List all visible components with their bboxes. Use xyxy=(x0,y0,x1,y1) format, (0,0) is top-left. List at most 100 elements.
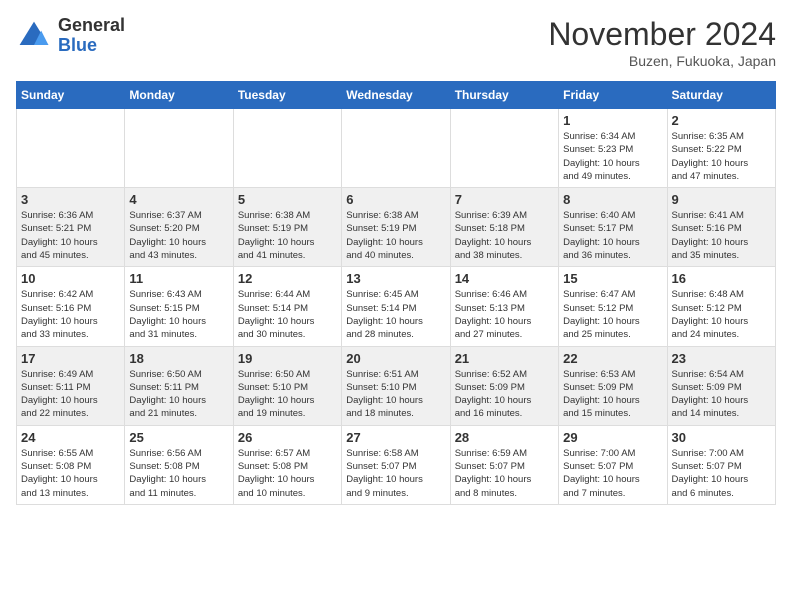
location-subtitle: Buzen, Fukuoka, Japan xyxy=(548,53,776,69)
logo: General Blue xyxy=(16,16,125,56)
day-info: Sunrise: 6:43 AM Sunset: 5:15 PM Dayligh… xyxy=(129,288,228,341)
calendar-cell: 18 Sunrise: 6:50 AM Sunset: 5:11 PM Dayli… xyxy=(125,346,233,425)
calendar-cell: 12 Sunrise: 6:44 AM Sunset: 5:14 PM Dayli… xyxy=(233,267,341,346)
day-info: Sunrise: 6:47 AM Sunset: 5:12 PM Dayligh… xyxy=(563,288,662,341)
calendar-cell: 24Sunrise: 6:55 AM Sunset: 5:08 PM Dayli… xyxy=(17,425,125,504)
calendar-cell: 15 Sunrise: 6:47 AM Sunset: 5:12 PM Dayli… xyxy=(559,267,667,346)
calendar-col-header: Friday xyxy=(559,82,667,109)
calendar-cell: 22 Sunrise: 6:53 AM Sunset: 5:09 PM Dayli… xyxy=(559,346,667,425)
calendar-cell: 29 Sunrise: 7:00 AM Sunset: 5:07 PM Dayli… xyxy=(559,425,667,504)
day-number: 23 xyxy=(672,351,771,366)
day-number: 29 xyxy=(563,430,662,445)
day-info: Sunrise: 6:50 AM Sunset: 5:11 PM Dayligh… xyxy=(129,368,228,421)
day-number: 20 xyxy=(346,351,445,366)
day-number: 18 xyxy=(129,351,228,366)
day-number: 5 xyxy=(238,192,337,207)
day-info: Sunrise: 6:45 AM Sunset: 5:14 PM Dayligh… xyxy=(346,288,445,341)
day-number: 19 xyxy=(238,351,337,366)
logo-icon xyxy=(16,18,52,54)
day-number: 11 xyxy=(129,271,228,286)
day-info: Sunrise: 6:58 AM Sunset: 5:07 PM Dayligh… xyxy=(346,447,445,500)
day-info: Sunrise: 6:39 AM Sunset: 5:18 PM Dayligh… xyxy=(455,209,554,262)
day-info: Sunrise: 6:38 AM Sunset: 5:19 PM Dayligh… xyxy=(238,209,337,262)
calendar-cell: 11 Sunrise: 6:43 AM Sunset: 5:15 PM Dayli… xyxy=(125,267,233,346)
calendar-cell: 25Sunrise: 6:56 AM Sunset: 5:08 PM Dayli… xyxy=(125,425,233,504)
day-info: Sunrise: 6:52 AM Sunset: 5:09 PM Dayligh… xyxy=(455,368,554,421)
calendar-cell: 27 Sunrise: 6:58 AM Sunset: 5:07 PM Dayli… xyxy=(342,425,450,504)
day-number: 2 xyxy=(672,113,771,128)
day-info: Sunrise: 6:41 AM Sunset: 5:16 PM Dayligh… xyxy=(672,209,771,262)
calendar-col-header: Thursday xyxy=(450,82,558,109)
day-info: Sunrise: 6:57 AM Sunset: 5:08 PM Dayligh… xyxy=(238,447,337,500)
day-info: Sunrise: 6:34 AM Sunset: 5:23 PM Dayligh… xyxy=(563,130,662,183)
day-info: Sunrise: 6:38 AM Sunset: 5:19 PM Dayligh… xyxy=(346,209,445,262)
day-number: 22 xyxy=(563,351,662,366)
day-info: Sunrise: 6:46 AM Sunset: 5:13 PM Dayligh… xyxy=(455,288,554,341)
calendar-cell xyxy=(450,109,558,188)
day-number: 16 xyxy=(672,271,771,286)
calendar-cell: 28 Sunrise: 6:59 AM Sunset: 5:07 PM Dayli… xyxy=(450,425,558,504)
calendar-header-row: SundayMondayTuesdayWednesdayThursdayFrid… xyxy=(17,82,776,109)
day-number: 14 xyxy=(455,271,554,286)
calendar-cell xyxy=(342,109,450,188)
calendar-cell: 26 Sunrise: 6:57 AM Sunset: 5:08 PM Dayli… xyxy=(233,425,341,504)
calendar-col-header: Monday xyxy=(125,82,233,109)
day-number: 7 xyxy=(455,192,554,207)
day-number: 10 xyxy=(21,271,120,286)
calendar-week-row: 10 Sunrise: 6:42 AM Sunset: 5:16 PM Dayli… xyxy=(17,267,776,346)
day-number: 25 xyxy=(129,430,228,445)
day-info: Sunrise: 7:00 AM Sunset: 5:07 PM Dayligh… xyxy=(563,447,662,500)
calendar-cell: 20Sunrise: 6:51 AM Sunset: 5:10 PM Dayli… xyxy=(342,346,450,425)
calendar-cell: 17 Sunrise: 6:49 AM Sunset: 5:11 PM Dayli… xyxy=(17,346,125,425)
calendar-cell: 19 Sunrise: 6:50 AM Sunset: 5:10 PM Dayli… xyxy=(233,346,341,425)
day-number: 9 xyxy=(672,192,771,207)
day-info: Sunrise: 6:49 AM Sunset: 5:11 PM Dayligh… xyxy=(21,368,120,421)
day-number: 27 xyxy=(346,430,445,445)
day-number: 26 xyxy=(238,430,337,445)
calendar-cell: 1 Sunrise: 6:34 AM Sunset: 5:23 PM Daylig… xyxy=(559,109,667,188)
day-number: 30 xyxy=(672,430,771,445)
calendar-cell: 3Sunrise: 6:36 AM Sunset: 5:21 PM Daylig… xyxy=(17,188,125,267)
calendar-cell xyxy=(233,109,341,188)
calendar-cell xyxy=(17,109,125,188)
calendar-cell: 2 Sunrise: 6:35 AM Sunset: 5:22 PM Daylig… xyxy=(667,109,775,188)
day-number: 6 xyxy=(346,192,445,207)
day-info: Sunrise: 6:35 AM Sunset: 5:22 PM Dayligh… xyxy=(672,130,771,183)
calendar-cell xyxy=(125,109,233,188)
day-info: Sunrise: 6:44 AM Sunset: 5:14 PM Dayligh… xyxy=(238,288,337,341)
day-number: 13 xyxy=(346,271,445,286)
title-block: November 2024 Buzen, Fukuoka, Japan xyxy=(548,16,776,69)
calendar-col-header: Tuesday xyxy=(233,82,341,109)
logo-general-text: General xyxy=(58,15,125,35)
day-info: Sunrise: 6:54 AM Sunset: 5:09 PM Dayligh… xyxy=(672,368,771,421)
calendar-cell: 10 Sunrise: 6:42 AM Sunset: 5:16 PM Dayli… xyxy=(17,267,125,346)
day-number: 1 xyxy=(563,113,662,128)
day-info: Sunrise: 6:40 AM Sunset: 5:17 PM Dayligh… xyxy=(563,209,662,262)
day-number: 3 xyxy=(21,192,120,207)
calendar-col-header: Wednesday xyxy=(342,82,450,109)
calendar-cell: 23 Sunrise: 6:54 AM Sunset: 5:09 PM Dayli… xyxy=(667,346,775,425)
calendar-week-row: 17 Sunrise: 6:49 AM Sunset: 5:11 PM Dayli… xyxy=(17,346,776,425)
day-number: 24 xyxy=(21,430,120,445)
day-info: Sunrise: 6:59 AM Sunset: 5:07 PM Dayligh… xyxy=(455,447,554,500)
calendar-week-row: 24Sunrise: 6:55 AM Sunset: 5:08 PM Dayli… xyxy=(17,425,776,504)
calendar-cell: 6 Sunrise: 6:38 AM Sunset: 5:19 PM Daylig… xyxy=(342,188,450,267)
day-number: 12 xyxy=(238,271,337,286)
calendar-cell: 4Sunrise: 6:37 AM Sunset: 5:20 PM Daylig… xyxy=(125,188,233,267)
day-number: 15 xyxy=(563,271,662,286)
calendar-cell: 13 Sunrise: 6:45 AM Sunset: 5:14 PM Dayli… xyxy=(342,267,450,346)
month-title: November 2024 xyxy=(548,16,776,53)
calendar-cell: 7 Sunrise: 6:39 AM Sunset: 5:18 PM Daylig… xyxy=(450,188,558,267)
day-info: Sunrise: 7:00 AM Sunset: 5:07 PM Dayligh… xyxy=(672,447,771,500)
day-number: 4 xyxy=(129,192,228,207)
day-number: 28 xyxy=(455,430,554,445)
day-number: 17 xyxy=(21,351,120,366)
day-info: Sunrise: 6:53 AM Sunset: 5:09 PM Dayligh… xyxy=(563,368,662,421)
day-info: Sunrise: 6:50 AM Sunset: 5:10 PM Dayligh… xyxy=(238,368,337,421)
logo-blue-text: Blue xyxy=(58,35,97,55)
calendar-week-row: 1 Sunrise: 6:34 AM Sunset: 5:23 PM Daylig… xyxy=(17,109,776,188)
calendar-cell: 14 Sunrise: 6:46 AM Sunset: 5:13 PM Dayli… xyxy=(450,267,558,346)
day-info: Sunrise: 6:42 AM Sunset: 5:16 PM Dayligh… xyxy=(21,288,120,341)
calendar-col-header: Sunday xyxy=(17,82,125,109)
calendar-week-row: 3Sunrise: 6:36 AM Sunset: 5:21 PM Daylig… xyxy=(17,188,776,267)
